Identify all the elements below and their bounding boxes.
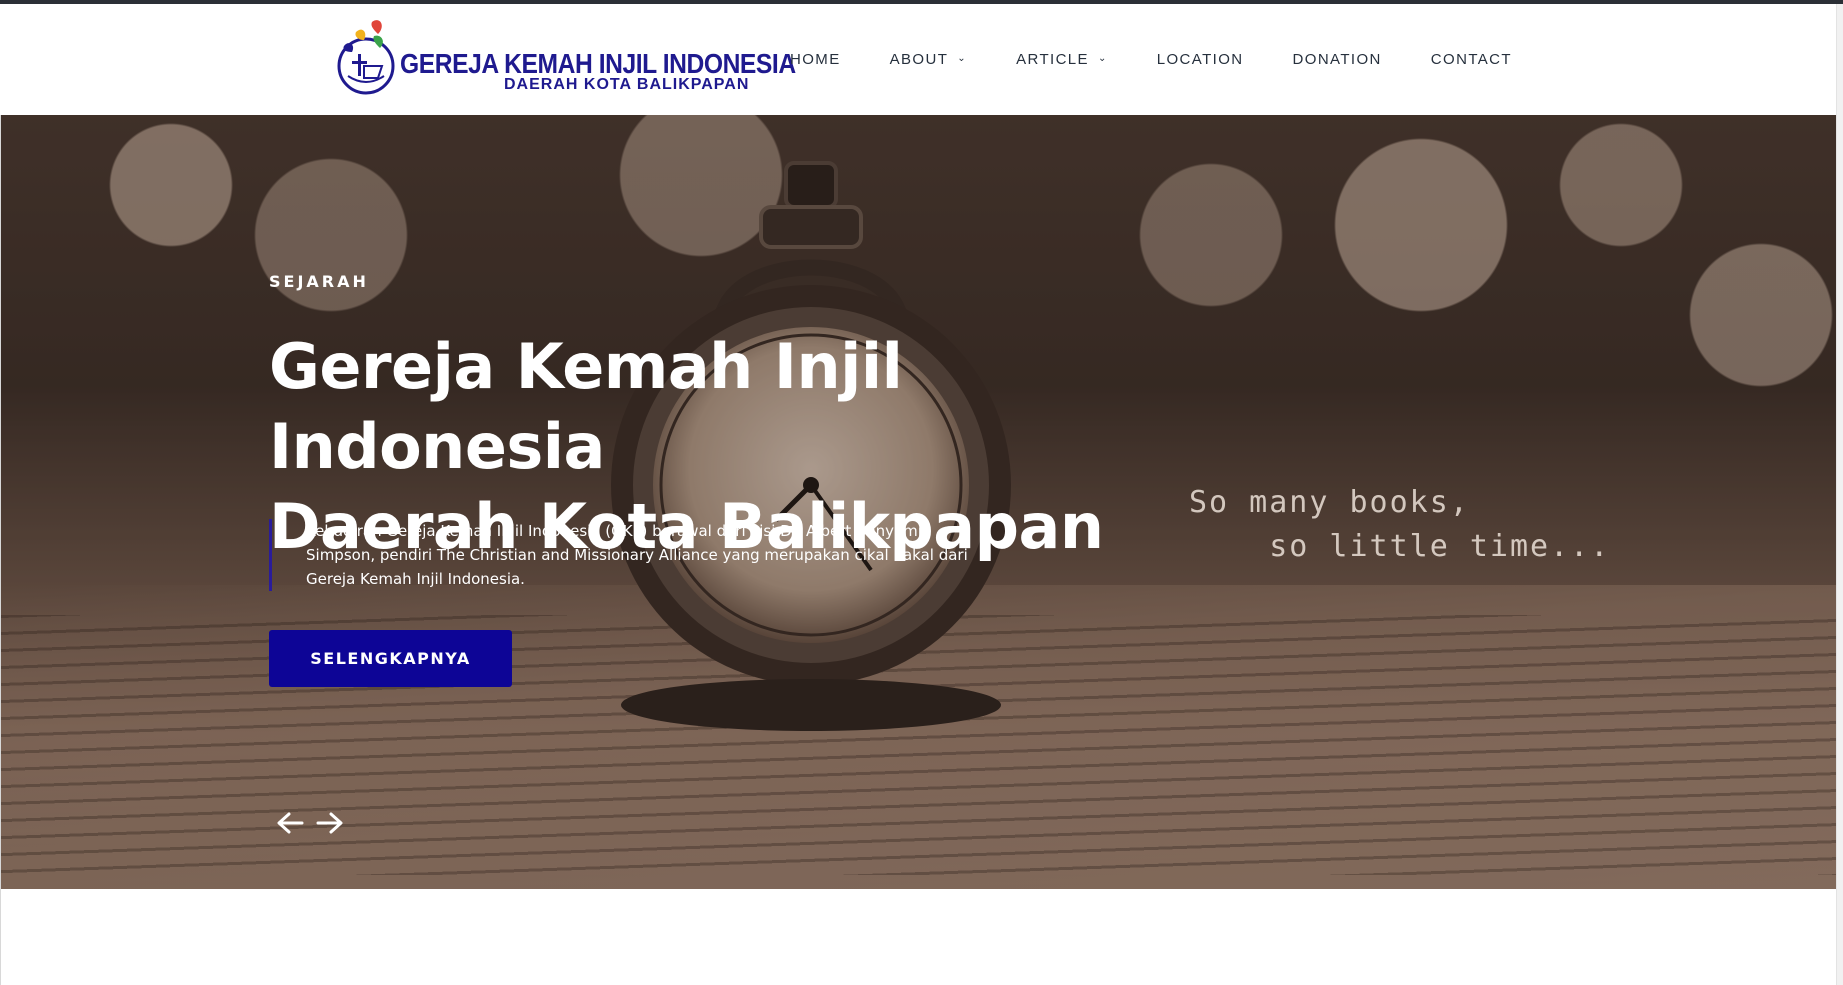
nav-contact[interactable]: CONTACT xyxy=(1431,51,1512,68)
nav-about-label: ABOUT xyxy=(889,51,949,68)
slider-controls xyxy=(274,807,346,839)
nav-home[interactable]: HOME xyxy=(790,51,841,68)
page-scrollbar[interactable] xyxy=(1836,4,1843,985)
hero-eyebrow: SEJARAH xyxy=(269,272,369,291)
nav-contact-label: CONTACT xyxy=(1430,51,1512,68)
arrow-left-icon xyxy=(277,812,304,834)
quote-line-1: So many books, xyxy=(1189,485,1470,520)
quote-line-2: so little time... xyxy=(1189,529,1611,564)
nav-location-label: LOCATION xyxy=(1156,51,1244,68)
nav-article[interactable]: ARTICLE ⌄ xyxy=(1016,51,1108,68)
church-logo-icon xyxy=(337,20,395,95)
site-logo[interactable]: GEREJA KEMAH INJIL INDONESIA DAERAH KOTA… xyxy=(334,14,796,98)
site-header: GEREJA KEMAH INJIL INDONESIA DAERAH KOTA… xyxy=(0,4,1836,115)
chevron-down-icon: ⌄ xyxy=(957,53,968,64)
arrow-right-icon xyxy=(316,812,343,834)
logo-subtitle: DAERAH KOTA BALIKPAPAN xyxy=(504,76,750,93)
hero-slider: So many books, so little time... SEJARAH… xyxy=(1,115,1836,889)
chevron-down-icon: ⌄ xyxy=(1097,53,1108,64)
nav-home-label: HOME xyxy=(790,51,841,68)
slider-next-button[interactable] xyxy=(314,807,346,839)
hero-description: Kehadiran Gereja Kemah Injil Indonesia (… xyxy=(269,519,969,591)
nav-about[interactable]: ABOUT ⌄ xyxy=(890,51,967,68)
read-more-button[interactable]: SELENGKAPNYA xyxy=(269,630,512,687)
nav-donation[interactable]: DONATION xyxy=(1293,51,1382,68)
nav-location[interactable]: LOCATION xyxy=(1157,51,1244,68)
hero-image-quote: So many books, so little time... xyxy=(1189,481,1610,569)
hero-title-line-1: Gereja Kemah Injil Indonesia xyxy=(269,330,903,483)
nav-article-label: ARTICLE xyxy=(1016,51,1089,68)
slider-prev-button[interactable] xyxy=(274,807,306,839)
main-nav: HOME ABOUT ⌄ ARTICLE ⌄ LOCATION DONATION C… xyxy=(790,4,1561,115)
nav-donation-label: DONATION xyxy=(1292,51,1382,68)
